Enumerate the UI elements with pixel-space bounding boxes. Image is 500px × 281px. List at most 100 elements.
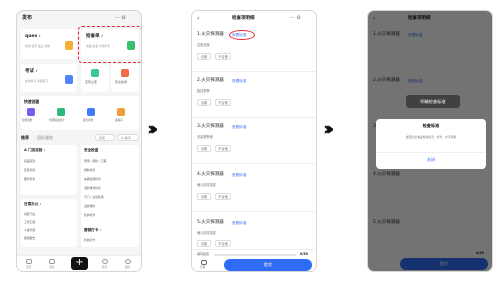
teach-label: 宣传之家 [85, 80, 98, 84]
more-icon[interactable]: ··· ⊙ [115, 16, 126, 21]
page-title: 发布 [22, 15, 33, 21]
view-standard-link[interactable]: 查看标准 [232, 221, 246, 226]
list-item[interactable]: 防护检查 [84, 214, 95, 217]
arrow-right-icon: ››› [323, 118, 334, 140]
list-item[interactable]: 店员培训 [24, 169, 35, 172]
item-desc: 确认检查描述 [197, 231, 217, 235]
bottom-bar: 填写检查 0/50 全部 提交 [192, 249, 316, 271]
pass-button[interactable]: 合格 [197, 53, 211, 60]
progress-value: 0/50 [300, 252, 308, 256]
audit-icon[interactable] [87, 108, 95, 116]
ai-button[interactable]: AI 助手 [117, 134, 139, 141]
list-item[interactable]: 消防排查检查 [84, 187, 101, 190]
dialog-close-button[interactable]: 关闭 [376, 158, 486, 162]
inspect-icon[interactable] [27, 108, 35, 116]
nav-profile-label: 我的 [125, 266, 131, 269]
list-item[interactable]: 设施维护 [84, 205, 95, 208]
nav-message-label: 消息 [49, 266, 55, 269]
safety-icon [121, 69, 129, 77]
fail-button[interactable]: 不合格 [215, 145, 231, 152]
quick-item-label: 模拟库 [115, 119, 123, 122]
tab-recommend[interactable]: 推荐 [21, 136, 29, 140]
phone-publish-screen: 发布 ··· ⊙ ques › 每周 任务 截止 完成 检查单 › 先做 后看 … [16, 10, 142, 272]
fail-button[interactable]: 不合格 [215, 53, 231, 60]
list-item[interactable]: 灭门 / 过道检测 [84, 196, 104, 199]
profile-icon[interactable] [125, 259, 131, 264]
more-icon[interactable]: ··· ⊙ [290, 16, 301, 21]
office-card[interactable]: 日常办公 › 请假下班 工作汇报 人事行政 报销报告 [21, 199, 77, 247]
teach-icon [91, 69, 99, 77]
arrow-right-icon: ››› [147, 118, 158, 140]
fail-button[interactable]: 不合格 [215, 240, 231, 247]
pass-button[interactable]: 合格 [197, 99, 211, 106]
item-desc: 否阻挡案 [197, 43, 210, 47]
view-standard-link[interactable]: 查看标准 [232, 173, 246, 178]
task-card-title: ques › [25, 34, 41, 39]
view-standard-link[interactable]: 查看标准 [232, 79, 246, 84]
report-icon[interactable] [57, 108, 65, 116]
tutorial-stage: 发布 ··· ⊙ ques › 每周 任务 截止 完成 检查单 › 先做 后看 … [0, 0, 500, 281]
teach-card[interactable]: 宣传之家 [81, 64, 109, 92]
list-item[interactable]: 现场 / 消防 / 工程 [84, 160, 106, 163]
search-button[interactable]: 搜索 [95, 134, 115, 141]
item-name: 4.火灾探测器 [197, 172, 224, 177]
message-icon[interactable] [49, 259, 55, 264]
bottom-nav: 首页 消息 + 任务 我的 [17, 255, 141, 271]
plus-icon[interactable]: + [71, 257, 88, 270]
marketing-title: 营销打卡 › [84, 228, 102, 232]
quick-item-label: 智能报表统计 [49, 119, 65, 122]
fail-button[interactable]: 不合格 [215, 193, 231, 200]
list-item[interactable]: 服务检查 [24, 178, 35, 181]
item-name: 3.火灾探测器 [197, 124, 224, 129]
highlight-checklist [78, 26, 141, 63]
pass-button[interactable]: 合格 [197, 240, 211, 247]
tab-team[interactable]: 团队服务 [37, 136, 53, 140]
highlight-standard-link [229, 30, 255, 40]
safety-check-card[interactable]: 安全检查 现场 / 消防 / 工程 燃料检查 车辆资源检查 消防排查检查 灭门 … [81, 145, 139, 247]
toast-message: 明确检查标准 [406, 95, 460, 108]
fail-button[interactable]: 不合格 [215, 99, 231, 106]
task-card-sub: 每周 任务 截止 完成 [25, 44, 51, 48]
quick-item-label: 报告排查 [83, 119, 94, 122]
phone-checklist-detail: ‹ 检查项明细 ··· ⊙ 1.火灾探测器 查看标准 否阻挡案 合格 不合格 2… [191, 10, 317, 272]
safety-card[interactable]: 安全检测 [111, 64, 139, 92]
list-item[interactable]: 车辆资源检查 [84, 178, 101, 181]
list-item[interactable]: 外勤打卡 [84, 239, 95, 242]
item-desc: 安装报警案 [197, 135, 213, 139]
view-standard-link[interactable]: 查看标准 [232, 125, 246, 130]
list-item[interactable]: 人事行政 [24, 229, 35, 232]
safety-check-title: 安全检查 [84, 148, 99, 152]
task-icon[interactable] [102, 259, 108, 264]
dialog-divider [376, 152, 486, 153]
list-item[interactable]: 商品陈列 [24, 160, 35, 163]
quick-item-label: 智能巡检 [22, 119, 33, 122]
search-label: 搜索 [99, 135, 106, 140]
submit-button[interactable]: 提交 [224, 259, 312, 271]
task-card[interactable]: ques › 每周 任务 截止 完成 [21, 29, 77, 59]
quick-create-panel: 快速创建 智能巡检 智能报表统计 报告排查 模拟库 [21, 96, 139, 130]
grid-icon[interactable] [201, 260, 207, 265]
divider [192, 71, 316, 72]
divider [192, 117, 316, 118]
exam-card[interactable]: 考试 › 在线学习 答题练习 [21, 64, 77, 92]
back-icon[interactable]: ‹ [197, 16, 199, 22]
store-inspect-card[interactable]: A 门店巡检 › 商品陈列 店员培训 服务检查 [21, 145, 77, 195]
pass-button[interactable]: 合格 [197, 145, 211, 152]
library-icon[interactable] [117, 108, 125, 116]
office-title: 日常办公 › [24, 202, 42, 206]
pass-button[interactable]: 合格 [197, 193, 211, 200]
home-icon[interactable] [26, 259, 32, 264]
list-item[interactable]: 燃料检查 [84, 169, 95, 172]
ai-label: AI 助手 [121, 135, 131, 140]
list-item[interactable]: 工作汇报 [24, 221, 35, 224]
item-name: 5.火灾探测器 [197, 220, 224, 225]
exam-icon [65, 75, 73, 84]
list-item[interactable]: 请假下班 [24, 213, 35, 216]
phone-standard-dialog: ‹ 检查项明细 1.火灾探测器 查看标准 2.火灾探测器 查看标准 3.火灾探测… [367, 10, 493, 272]
nav-task-label: 任务 [102, 266, 108, 269]
list-item[interactable]: 报销报告 [24, 237, 35, 240]
divider [192, 163, 316, 164]
all-label: 全部 [200, 266, 206, 269]
page-title: 检查项明细 [232, 16, 255, 21]
progress-label: 填写检查 [197, 252, 210, 256]
